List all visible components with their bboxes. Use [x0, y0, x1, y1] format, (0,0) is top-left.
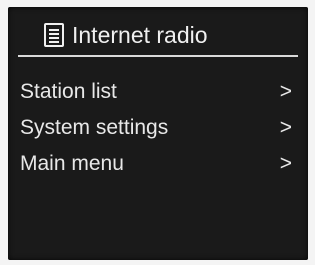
- menu-list: Station list > System settings > Main me…: [20, 75, 300, 183]
- menu-item-main-menu[interactable]: Main menu >: [20, 147, 300, 183]
- device-bezel: Internet radio Station list > System set…: [0, 0, 315, 265]
- menu-item-label: System settings: [20, 116, 169, 139]
- chevron-right-icon: >: [279, 116, 292, 139]
- page-title: Internet radio: [72, 22, 208, 48]
- menu-item-system-settings[interactable]: System settings >: [20, 111, 300, 147]
- menu-item-label: Station list: [20, 80, 117, 103]
- menu-item-station-list[interactable]: Station list >: [20, 75, 300, 111]
- chevron-right-icon: >: [279, 80, 292, 103]
- chevron-right-icon: >: [279, 152, 292, 175]
- menu-item-label: Main menu: [20, 152, 124, 175]
- title-bar: Internet radio: [18, 19, 298, 57]
- radio-display: Internet radio Station list > System set…: [8, 7, 308, 260]
- list-icon: [44, 23, 64, 47]
